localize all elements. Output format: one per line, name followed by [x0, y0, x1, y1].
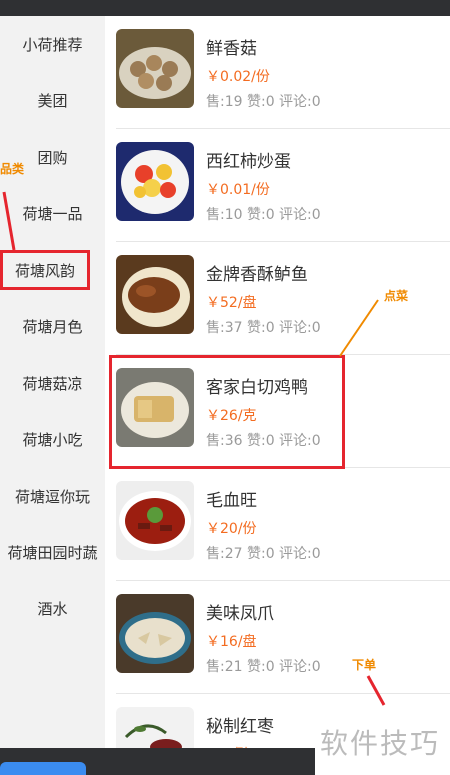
arrow-category	[2, 191, 16, 251]
cart-button[interactable]	[0, 762, 86, 775]
annotation-arrows	[2, 191, 386, 706]
arrow-order-dish	[339, 299, 379, 357]
watermark: 软件技巧	[320, 727, 441, 760]
annotation-place-order: 下单	[352, 658, 377, 672]
annotation-category: 品类	[0, 162, 25, 176]
arrow-place-order	[366, 675, 386, 706]
annotation-order-dish: 点菜	[384, 289, 409, 303]
